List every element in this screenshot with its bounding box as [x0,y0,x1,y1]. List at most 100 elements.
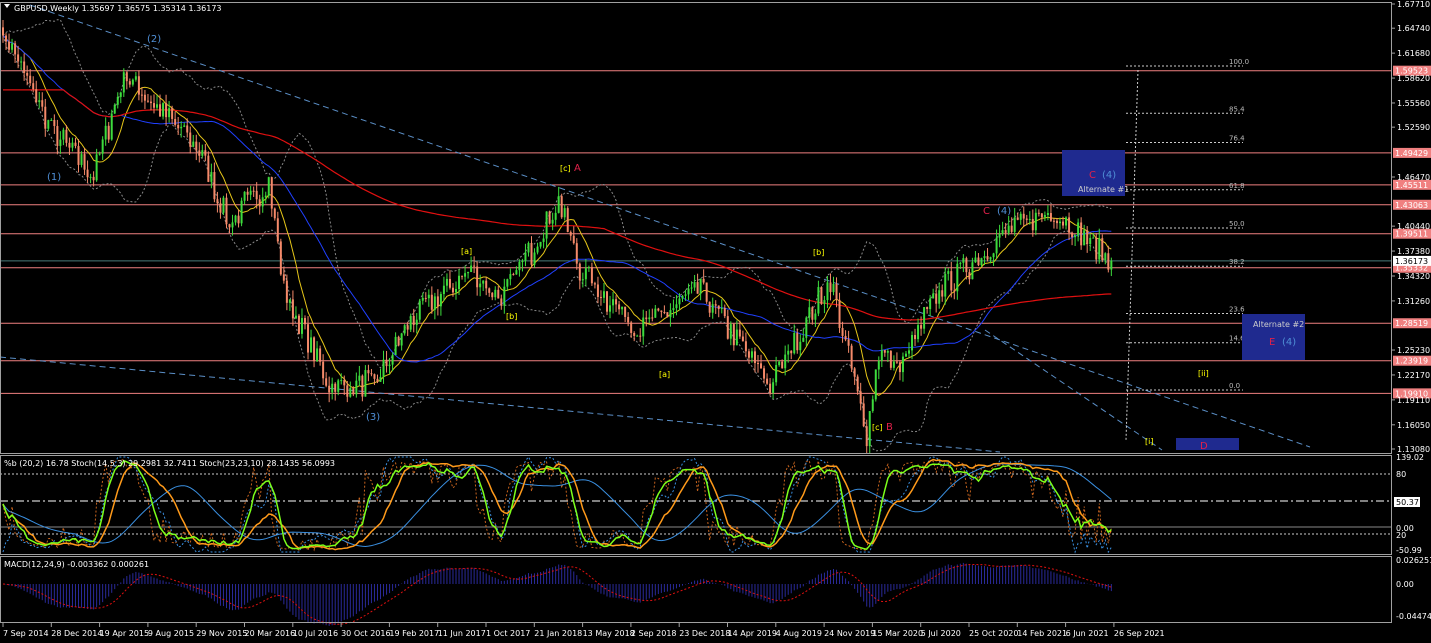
candle-body [781,361,784,369]
candle-body [397,336,400,346]
candle-body [784,354,787,369]
candle [926,306,929,314]
candle-body [627,316,630,323]
candle-body [119,92,122,97]
candle-body [261,197,264,207]
candle [494,286,497,301]
candle-body [693,282,696,288]
candle [424,292,427,303]
candle-body [204,150,207,156]
y-tick-label: 1.13080 [1397,445,1430,454]
candle-body [1028,218,1031,220]
candle-body [593,283,596,285]
x-tick-label: 21 Jan 2018 [534,629,582,638]
candle-body [451,287,454,293]
candle-body [850,345,853,369]
macd-panel: 0.026251 0.00 -0.044743 [2,556,1431,626]
candle-body [409,315,412,330]
candle [741,330,744,342]
candle-body [539,241,542,247]
candle-body [551,219,554,224]
candle-body [606,291,608,312]
candle-body [998,234,1001,238]
candle [1077,218,1080,242]
candle [612,292,615,314]
candle [400,332,403,351]
candle-body [107,125,110,140]
candle-body [621,306,624,310]
candle-body [787,350,790,355]
candle [923,307,926,334]
candle [240,197,243,227]
candle-body [1010,225,1013,232]
candle-body [817,287,820,314]
candle-body [944,273,947,297]
candle [461,275,464,280]
candle-body [757,363,759,365]
candle-body [1025,218,1028,220]
candle-body [445,278,448,286]
oscillator-label: %b (20,2) 16.78 Stoch(14,5,3) 29.2981 32… [4,459,335,468]
candle [621,306,624,315]
candle-body [110,113,113,140]
dropdown-arrow-icon[interactable] [4,4,10,8]
candle [467,271,470,279]
candle-body [602,291,605,298]
candle-body [1040,213,1043,218]
candle-body [1004,230,1007,233]
candle-body [458,275,461,290]
candle-body [708,301,711,313]
candle-body [853,368,856,377]
candle-body [195,141,198,151]
trading-chart[interactable]: 1.595231.494291.455111.430631.395111.353… [0,0,1431,643]
candle-body [201,150,204,156]
candle-body [146,100,149,102]
candle-body [763,368,766,379]
candle [593,281,596,289]
candle-body [778,361,781,366]
candle [261,187,264,213]
candle [1049,204,1052,223]
candle [243,191,246,205]
candle-body [814,313,817,320]
candle-body [1055,220,1058,224]
candle-body [137,76,140,95]
candle [542,232,545,249]
candle-body [171,108,174,119]
y-tick-label: 1.37380 [1397,247,1430,256]
candles [2,19,1113,455]
price-level-label: 1.49429 [1395,149,1428,158]
candle [500,294,503,310]
candle-body [527,242,530,253]
candle [44,98,47,137]
candle-body [291,299,294,319]
wave-label: [i] [1145,437,1153,446]
candle-body [237,215,240,224]
candle [889,350,892,371]
candle-body [467,271,470,274]
candle-body [747,351,750,358]
candle [633,331,636,342]
candle-body [1080,222,1083,246]
candle-body [367,370,370,374]
bollinger-lower [2,35,1112,452]
candle-body [53,120,56,127]
candle [787,344,790,363]
candle [524,243,527,267]
candle [394,332,397,356]
candle-body [587,267,590,269]
candle-body [325,378,328,386]
candle-body [726,316,729,339]
candle-body [581,279,584,281]
wave-label: C [983,206,990,217]
x-tick-label: 15 Mar 2020 [872,629,923,638]
candle [726,309,729,340]
candle [1080,217,1083,250]
candle [165,94,168,126]
wave-boxes: Alternate #1 C (4) Alternate #2 E (4) D [1062,150,1305,452]
candle [470,256,473,273]
candle [527,241,530,257]
candle-body [566,208,569,232]
candle [207,151,210,183]
candle [606,291,608,316]
